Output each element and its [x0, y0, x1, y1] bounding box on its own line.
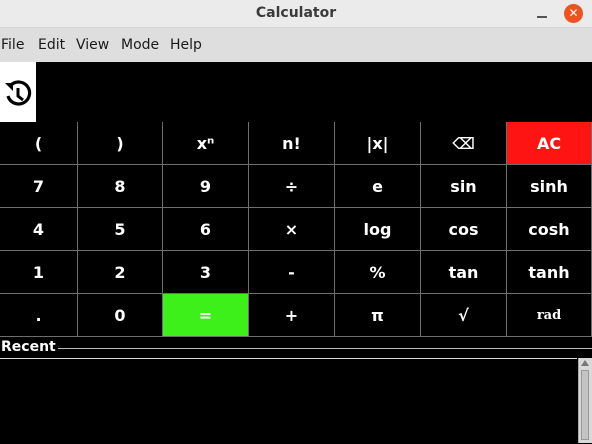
key-all-clear[interactable]: AC [507, 122, 592, 165]
menu-help[interactable]: Help [170, 28, 202, 62]
key-multiply[interactable]: × [249, 208, 335, 251]
window-title: Calculator [255, 5, 337, 21]
recent-scrollbar[interactable] [578, 358, 592, 443]
key-2[interactable]: 2 [78, 251, 163, 294]
key-rad[interactable]: rad [507, 294, 592, 337]
key-sin[interactable]: sin [421, 165, 507, 208]
key-sinh[interactable]: sinh [507, 165, 592, 208]
key-minus[interactable]: - [249, 251, 335, 294]
close-button[interactable]: ✕ [564, 4, 583, 23]
key-power[interactable]: xⁿ [163, 122, 249, 165]
key-9[interactable]: 9 [163, 165, 249, 208]
key-1[interactable]: 1 [0, 251, 78, 294]
key-close-paren[interactable]: ) [78, 122, 163, 165]
scroll-up-arrow-icon[interactable] [581, 360, 589, 366]
title-bar: Calculator ✕ [0, 0, 592, 28]
key-tanh[interactable]: tanh [507, 251, 592, 294]
key-equals[interactable]: = [163, 294, 249, 337]
key-e[interactable]: e [335, 165, 421, 208]
key-4[interactable]: 4 [0, 208, 78, 251]
key-factorial[interactable]: n! [249, 122, 335, 165]
recent-history-list[interactable] [0, 358, 577, 444]
key-7[interactable]: 7 [0, 165, 78, 208]
key-5[interactable]: 5 [78, 208, 163, 251]
recent-frame-border [55, 348, 592, 349]
key-decimal[interactable]: . [0, 294, 78, 337]
history-button[interactable] [0, 62, 36, 122]
key-cosh[interactable]: cosh [507, 208, 592, 251]
scroll-thumb[interactable] [581, 370, 589, 440]
recent-label: Recent [1, 338, 58, 356]
key-plus[interactable]: + [249, 294, 335, 337]
menu-mode[interactable]: Mode [121, 28, 159, 62]
key-cos[interactable]: cos [421, 208, 507, 251]
key-pi[interactable]: π [335, 294, 421, 337]
menu-file[interactable]: File [1, 28, 24, 62]
key-8[interactable]: 8 [78, 165, 163, 208]
key-sqrt[interactable]: √ [421, 294, 507, 337]
key-6[interactable]: 6 [163, 208, 249, 251]
keypad: ( ) xⁿ n! |x| ⌫ AC 7 8 9 ÷ e sin sinh 4 … [0, 122, 592, 337]
key-log[interactable]: log [335, 208, 421, 251]
key-abs[interactable]: |x| [335, 122, 421, 165]
key-tan[interactable]: tan [421, 251, 507, 294]
history-icon [5, 80, 32, 106]
menu-edit[interactable]: Edit [38, 28, 65, 62]
key-backspace[interactable]: ⌫ [421, 122, 507, 165]
menu-bar: File Edit View Mode Help [0, 28, 592, 63]
key-open-paren[interactable]: ( [0, 122, 78, 165]
key-0[interactable]: 0 [78, 294, 163, 337]
menu-view[interactable]: View [76, 28, 109, 62]
key-3[interactable]: 3 [163, 251, 249, 294]
expression-display [0, 62, 592, 122]
key-percent[interactable]: % [335, 251, 421, 294]
minimize-button[interactable] [533, 4, 551, 22]
key-divide[interactable]: ÷ [249, 165, 335, 208]
